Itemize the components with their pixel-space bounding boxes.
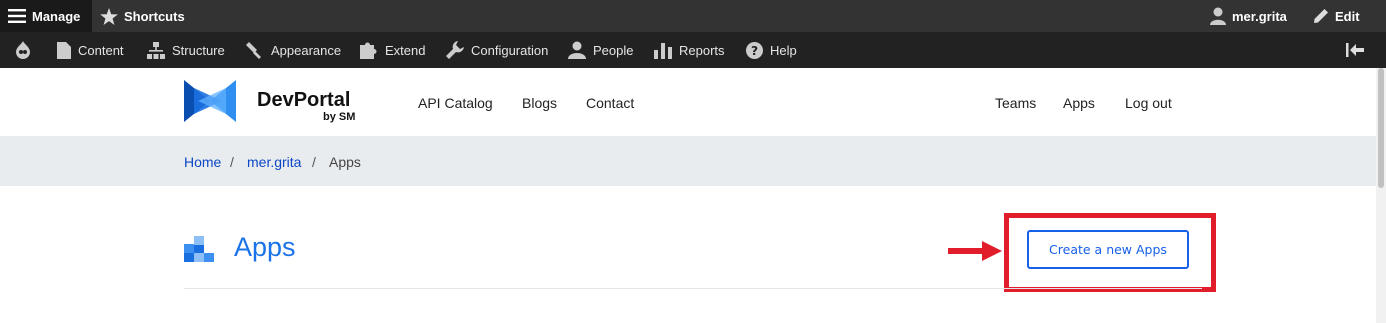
tray-item-extend[interactable]: Extend	[360, 32, 425, 68]
annotation-arrow-icon	[948, 241, 1002, 261]
collapse-tray-button[interactable]	[1346, 32, 1364, 68]
paintbrush-icon	[246, 42, 261, 59]
breadcrumb-user[interactable]: mer.grita	[247, 154, 301, 170]
drupal-icon	[16, 41, 30, 59]
user-label: mer.grita	[1232, 8, 1287, 24]
edit-button[interactable]: Edit	[1313, 0, 1360, 32]
site-header: DevPortal by SM API Catalog Blogs Contac…	[0, 68, 1386, 136]
tray-item-help[interactable]: ? Help	[746, 32, 797, 68]
breadcrumb-separator: /	[312, 154, 316, 170]
breadcrumb-separator: /	[230, 154, 234, 170]
star-icon	[100, 7, 118, 25]
user-menu-button[interactable]: mer.grita	[1210, 0, 1287, 32]
breadcrumb-home[interactable]: Home	[184, 154, 221, 170]
tray-item-configuration[interactable]: Configuration	[446, 32, 548, 68]
edit-label: Edit	[1335, 8, 1360, 24]
nav-blogs[interactable]: Blogs	[522, 95, 557, 111]
tray-item-structure[interactable]: Structure	[147, 32, 225, 68]
hamburger-icon	[8, 9, 26, 23]
tray-label: Configuration	[471, 42, 549, 58]
tray-label: Content	[78, 42, 124, 58]
user-icon	[1210, 7, 1226, 25]
tray-label: Extend	[385, 42, 426, 58]
bar-chart-icon	[654, 43, 672, 59]
nav-log-out[interactable]: Log out	[1125, 95, 1172, 111]
help-icon: ?	[746, 41, 763, 59]
devportal-logo[interactable]	[184, 80, 236, 122]
apps-cubes-icon	[184, 236, 214, 262]
page-title: Apps	[234, 232, 296, 262]
nav-apps[interactable]: Apps	[1063, 95, 1095, 111]
collapse-arrow-icon	[1346, 43, 1364, 57]
tray-item-people[interactable]: People	[568, 32, 633, 68]
tray-item-reports[interactable]: Reports	[654, 32, 725, 68]
wrench-icon	[446, 41, 464, 59]
nav-api-catalog[interactable]: API Catalog	[418, 95, 493, 111]
nav-teams[interactable]: Teams	[995, 95, 1036, 111]
page-scrollbar[interactable]	[1376, 68, 1386, 323]
shortcuts-label: Shortcuts	[124, 8, 185, 24]
breadcrumb: Home / mer.grita / Apps	[0, 136, 1386, 186]
tray-item-appearance[interactable]: Appearance	[246, 32, 341, 68]
tray-label: Structure	[172, 42, 225, 58]
admin-tray: Content Structure Appearance Extend Conf…	[0, 32, 1386, 68]
puzzle-icon	[360, 42, 377, 59]
tray-item-content[interactable]: Content	[57, 32, 124, 68]
tray-label: People	[593, 42, 634, 58]
brand-subtitle: by SM	[323, 111, 356, 123]
scrollbar-thumb[interactable]	[1378, 68, 1384, 188]
admin-toolbar: Manage Shortcuts mer.grita Edit	[0, 0, 1386, 32]
sitemap-icon	[147, 41, 165, 59]
tray-label: Appearance	[271, 42, 342, 58]
svg-text:?: ?	[751, 44, 758, 58]
nav-contact[interactable]: Contact	[586, 95, 634, 111]
people-icon	[568, 41, 586, 59]
pencil-icon	[1314, 9, 1328, 23]
manage-label: Manage	[32, 8, 81, 24]
document-icon	[57, 41, 71, 59]
content-divider	[184, 288, 1202, 289]
drupal-home-button[interactable]	[15, 32, 31, 68]
breadcrumb-current: Apps	[329, 154, 361, 170]
tray-label: Help	[770, 42, 797, 58]
tray-label: Reports	[679, 42, 725, 58]
create-new-app-button[interactable]: Create a new Apps	[1027, 230, 1189, 269]
brand-name[interactable]: DevPortal	[257, 90, 350, 110]
shortcuts-button[interactable]: Shortcuts	[100, 0, 185, 32]
manage-menu-button[interactable]: Manage	[0, 0, 92, 32]
